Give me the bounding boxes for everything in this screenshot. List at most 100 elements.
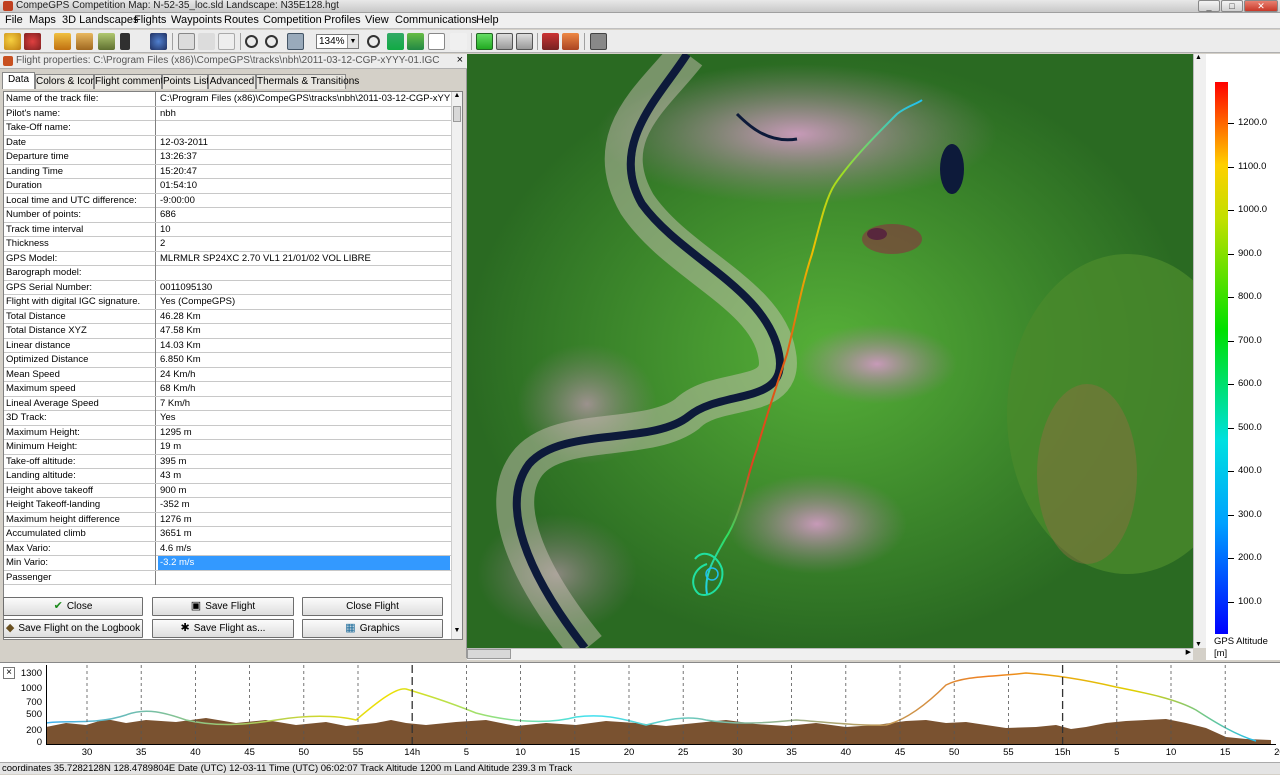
landscape-icon[interactable] [407,33,424,50]
track-icon[interactable] [450,33,467,50]
table-row[interactable]: Linear distance 14.03 Km [4,338,454,353]
satellite-map-view[interactable] [467,54,1193,648]
property-value[interactable]: Yes [158,411,450,425]
table-row[interactable]: Thickness 2 [4,237,454,252]
table-row[interactable]: Optimized Distance 6.850 Km [4,353,454,368]
table-row[interactable]: Landing Time 15:20:47 [4,164,454,179]
menu-flights[interactable]: Flights [134,14,166,26]
property-value[interactable]: MLRMLR SP24XC 2.70 VL1 21/01/02 VOL LIBR… [158,252,450,266]
property-value[interactable]: 686 [158,208,450,222]
table-row[interactable]: Total Distance XYZ 47.58 Km [4,324,454,339]
play-icon[interactable] [476,33,493,50]
zoom-fit-icon[interactable] [367,35,380,48]
table-row[interactable]: GPS Serial Number: 0011095130 [4,280,454,295]
table-row[interactable]: Departure time 13:26:37 [4,150,454,165]
altitude-profile-chart[interactable] [46,665,1276,744]
table-row[interactable]: 3D Track: Yes [4,411,454,426]
zoom-select-icon[interactable] [287,33,304,50]
table-row[interactable]: Number of points: 686 [4,208,454,223]
table-row[interactable]: Take-Off name: [4,121,454,136]
scroll-up-icon[interactable]: ▲ [452,92,462,104]
tab-colors-icons[interactable]: Colors & Icons [35,74,101,89]
property-value[interactable]: 19 m [158,440,450,454]
property-value[interactable]: 12-03-2011 [158,136,450,150]
property-value[interactable]: 900 m [158,484,450,498]
map-icon[interactable] [387,33,404,50]
step-icon[interactable] [496,33,513,50]
table-row[interactable]: Name of the track file: C:\Program Files … [4,92,454,107]
close-window-button[interactable]: ✕ [1244,0,1278,12]
table-row[interactable]: Min Vario: -3.2 m/s [4,556,454,571]
flights-icon[interactable] [54,33,71,50]
property-value[interactable]: 24 Km/h [158,368,450,382]
save-flight-as-button[interactable]: ✱ Save Flight as... [152,619,294,638]
table-row[interactable]: Landing altitude: 43 m [4,469,454,484]
map-horizontal-scrollbar[interactable]: ▶ [467,648,1193,660]
graph-icon[interactable] [428,33,445,50]
zoom-in-icon[interactable] [245,35,258,48]
zoom-out-icon[interactable] [265,35,278,48]
select-tool-icon[interactable] [198,33,215,50]
table-row[interactable]: Barograph model: [4,266,454,281]
property-value[interactable]: 1276 m [158,513,450,527]
property-value[interactable]: nbh [158,107,450,121]
analysis-icon[interactable] [562,33,579,50]
property-value[interactable]: 46.28 Km [158,310,450,324]
scrollbar-thumb[interactable] [453,106,461,122]
property-value[interactable]: 10 [158,223,450,237]
gps-icon[interactable] [98,33,115,50]
menu-waypoints[interactable]: Waypoints [171,14,222,26]
open-flight-icon[interactable] [24,33,41,50]
table-row[interactable]: Pilot's name: nbh [4,106,454,121]
property-value[interactable]: C:\Program Files (x86)\CompeGPS\tracks\n… [158,92,450,106]
save-logbook-button[interactable]: ◆ Save Flight on the Logbook [3,619,143,638]
scroll-up-icon[interactable]: ▲ [1195,54,1202,61]
table-row[interactable]: Flight with digital IGC signature. Yes (C… [4,295,454,310]
close-button[interactable]: ✔ Close [3,597,143,616]
property-value[interactable]: 4.6 m/s [158,542,450,556]
table-row[interactable]: Accumulated climb 3651 m [4,527,454,542]
table-row[interactable]: Mean Speed 24 Km/h [4,367,454,382]
save-flight-button[interactable]: ▣ Save Flight [152,597,294,616]
property-value[interactable]: 1295 m [158,426,450,440]
map-vertical-scrollbar[interactable]: ▲ ▼ [1193,54,1206,648]
pause-icon[interactable] [516,33,533,50]
maximize-button[interactable]: □ [1221,0,1243,12]
table-row[interactable]: Track time interval 10 [4,222,454,237]
minimize-button[interactable]: _ [1198,0,1220,12]
menu-profiles[interactable]: Profiles [324,14,361,26]
zoom-level-select[interactable]: 134% ▼ [316,34,359,49]
scroll-down-icon[interactable]: ▼ [1195,641,1202,648]
grid-scrollbar[interactable]: ▲ ▼ [451,92,462,639]
table-row[interactable]: Maximum height difference 1276 m [4,512,454,527]
property-value[interactable]: -352 m [158,498,450,512]
table-row[interactable]: Maximum speed 68 Km/h [4,382,454,397]
property-value[interactable]: 2 [158,237,450,251]
tab-points-list[interactable]: Points List [162,74,209,89]
property-value[interactable] [158,571,450,585]
table-row[interactable]: Duration 01:54:10 [4,179,454,194]
export-icon[interactable] [542,33,559,50]
table-row[interactable]: Date 12-03-2011 [4,135,454,150]
waypoints-icon[interactable] [76,33,93,50]
property-value[interactable]: -9:00:00 [158,194,450,208]
property-value[interactable]: 47.58 Km [158,324,450,338]
table-row[interactable]: Height above takeoff 900 m [4,483,454,498]
globe-icon[interactable] [150,33,167,50]
property-value[interactable]: 3651 m [158,527,450,541]
property-value[interactable]: 395 m [158,455,450,469]
property-value[interactable] [158,121,450,135]
table-row[interactable]: Height Takeoff-landing -352 m [4,498,454,513]
scroll-right-icon[interactable]: ▶ [1186,648,1191,656]
menu-competition[interactable]: Competition [263,14,322,26]
table-row[interactable]: Total Distance 46.28 Km [4,309,454,324]
menu-maps[interactable]: Maps [29,14,56,26]
property-value[interactable]: 7 Km/h [158,397,450,411]
device-icon[interactable] [120,33,130,50]
table-row[interactable]: Passenger [4,570,454,585]
property-value[interactable]: Yes (CompeGPS) [158,295,450,309]
settings-icon[interactable] [590,33,607,50]
property-value[interactable]: 14.03 Km [158,339,450,353]
menu-file[interactable]: File [5,14,23,26]
menu-help[interactable]: Help [476,14,499,26]
